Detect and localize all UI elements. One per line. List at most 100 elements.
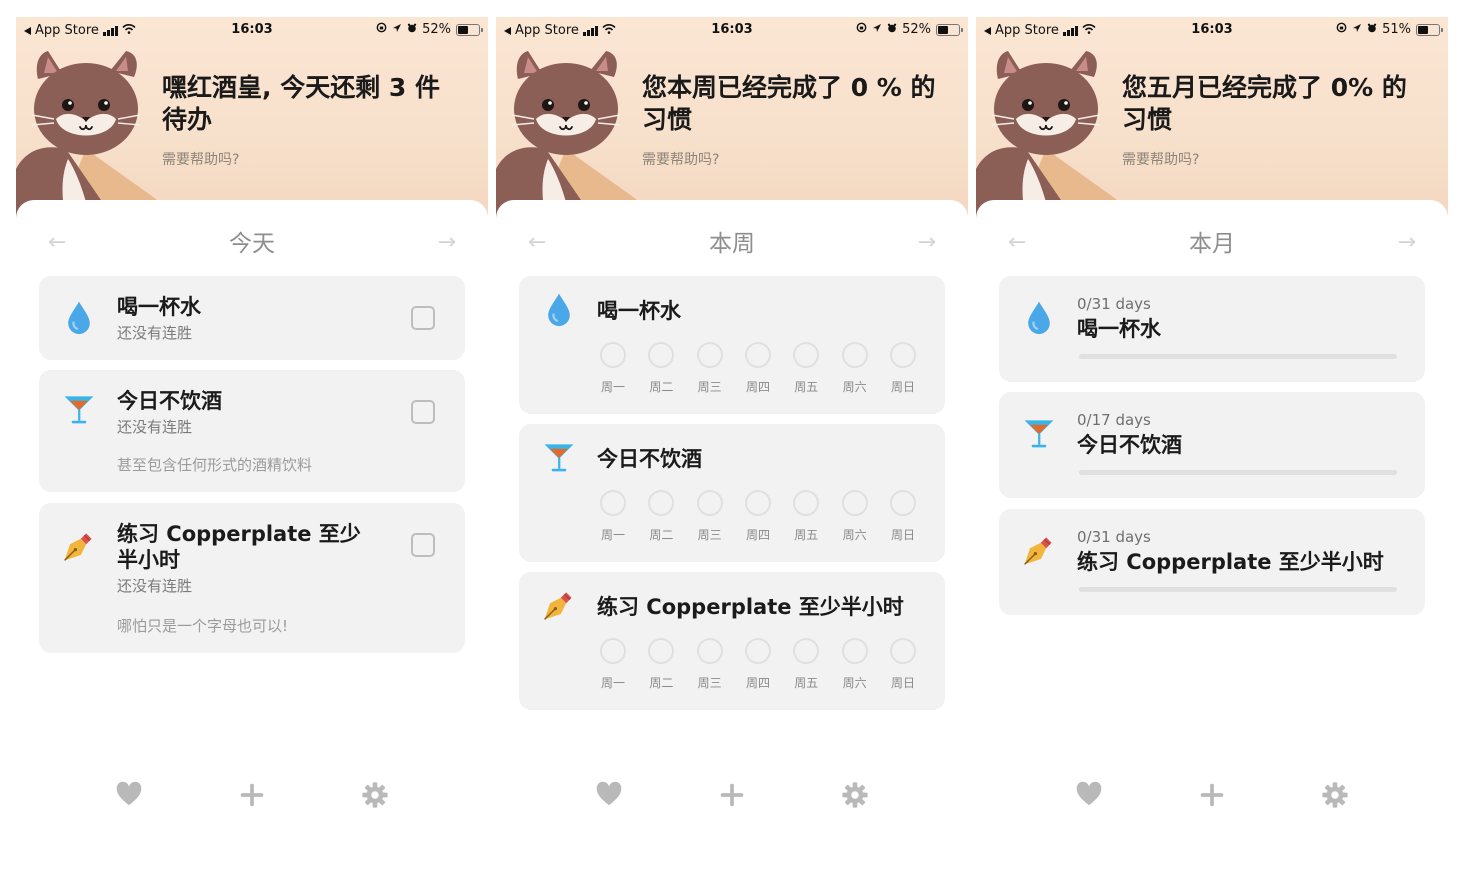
tab-add[interactable] — [717, 779, 747, 811]
weekday-wed[interactable]: 周三 — [694, 638, 726, 691]
day-circle[interactable] — [841, 638, 868, 664]
tab-settings[interactable] — [1320, 779, 1350, 811]
period-title: 本周 — [709, 231, 755, 257]
weekday-fri[interactable]: 周五 — [790, 638, 822, 691]
day-circle[interactable] — [889, 490, 916, 516]
day-circle[interactable] — [696, 490, 723, 516]
day-circle[interactable] — [889, 638, 916, 664]
plus-icon — [718, 781, 746, 809]
day-circle[interactable] — [600, 342, 626, 368]
day-circle[interactable] — [793, 490, 820, 516]
day-circle[interactable] — [889, 342, 916, 368]
day-circle[interactable] — [841, 490, 868, 516]
alarm-icon — [407, 22, 417, 37]
weekday-thu[interactable]: 周四 — [742, 638, 774, 691]
tab-settings[interactable] — [360, 779, 390, 811]
day-circle[interactable] — [744, 342, 771, 368]
weekday-sun[interactable]: 周日 — [887, 342, 919, 395]
status-bar: App Store 16:03 52% — [16, 17, 488, 43]
habit-note: 甚至包含任何形式的酒精饮料 — [117, 456, 313, 474]
weekday-sat[interactable]: 周六 — [839, 638, 871, 691]
day-circle[interactable] — [648, 342, 675, 368]
weekday-label: 周二 — [649, 528, 674, 542]
weekday-wed[interactable]: 周三 — [694, 490, 726, 543]
day-circle[interactable] — [744, 638, 771, 664]
weekday-wed[interactable]: 周三 — [694, 342, 726, 395]
habit-card-water[interactable]: 喝一杯水 周一 周二 周三 周四 周五 周六 周日 — [519, 276, 945, 414]
hero-header: App Store 16:03 51% 您五月已经完成了 0% 的习惯 需要帮助… — [976, 17, 1448, 222]
weekday-fri[interactable]: 周五 — [790, 342, 822, 395]
hero-header: App Store 16:03 52% 您本周已经完成了 0 % 的习惯 需要帮… — [496, 17, 968, 222]
day-circle[interactable] — [841, 342, 868, 368]
weekday-tue[interactable]: 周二 — [645, 490, 677, 543]
rotation-lock-icon — [376, 22, 387, 37]
weekday-thu[interactable]: 周四 — [742, 490, 774, 543]
rotation-lock-icon — [856, 22, 867, 37]
habit-title: 练习 Copperplate 至少半小时 — [597, 595, 904, 619]
weekday-sun[interactable]: 周日 — [887, 490, 919, 543]
help-link[interactable]: 需要帮助吗? — [1122, 149, 1199, 169]
habit-card-no-alcohol[interactable]: 今日不饮酒 还没有连胜 甚至包含任何形式的酒精饮料 — [39, 370, 465, 492]
fountain-pen-icon — [61, 527, 97, 565]
status-bar: App Store 16:03 52% — [496, 17, 968, 43]
next-period-arrow-icon[interactable]: → — [918, 230, 936, 255]
day-circle[interactable] — [600, 490, 626, 516]
water-drop-icon — [541, 290, 577, 328]
weekday-tracker: 周一 周二 周三 周四 周五 周六 周日 — [597, 490, 919, 543]
weekday-sat[interactable]: 周六 — [839, 342, 871, 395]
habit-checkbox[interactable] — [411, 533, 435, 557]
weekday-mon[interactable]: 周一 — [597, 638, 629, 691]
habit-card-copperplate[interactable]: 0/31 days 练习 Copperplate 至少半小时 — [999, 509, 1425, 615]
weekday-thu[interactable]: 周四 — [742, 342, 774, 395]
location-icon — [1352, 22, 1362, 37]
habit-title: 喝一杯水 — [1077, 317, 1161, 341]
location-icon — [872, 22, 882, 37]
day-circle[interactable] — [696, 638, 723, 664]
habit-card-no-alcohol[interactable]: 今日不饮酒 周一 周二 周三 周四 周五 周六 周日 — [519, 424, 945, 562]
weekday-fri[interactable]: 周五 — [790, 490, 822, 543]
help-link[interactable]: 需要帮助吗? — [162, 149, 239, 169]
habit-checkbox[interactable] — [411, 306, 435, 330]
days-progress-text: 0/17 days — [1077, 411, 1151, 429]
tab-favorites[interactable] — [594, 779, 624, 811]
weekday-tue[interactable]: 周二 — [645, 638, 677, 691]
weekday-tue[interactable]: 周二 — [645, 342, 677, 395]
battery-percent: 51% — [1382, 22, 1411, 37]
period-title: 今天 — [229, 231, 275, 257]
tab-favorites[interactable] — [1074, 779, 1104, 811]
weekday-sun[interactable]: 周日 — [887, 638, 919, 691]
tab-settings[interactable] — [840, 779, 870, 811]
next-period-arrow-icon[interactable]: → — [1398, 230, 1416, 255]
weekday-sat[interactable]: 周六 — [839, 490, 871, 543]
tab-favorites[interactable] — [114, 779, 144, 811]
habit-title: 今日不饮酒 — [1077, 433, 1182, 457]
weekday-label: 周日 — [890, 380, 915, 394]
fountain-pen-icon — [541, 586, 577, 624]
day-circle[interactable] — [696, 342, 723, 368]
help-link[interactable]: 需要帮助吗? — [642, 149, 719, 169]
day-circle[interactable] — [648, 490, 675, 516]
habit-checkbox[interactable] — [411, 400, 435, 424]
day-circle[interactable] — [793, 638, 820, 664]
cocktail-glass-icon — [61, 390, 97, 428]
habit-card-copperplate[interactable]: 练习 Copperplate 至少半小时 周一 周二 周三 周四 周五 周六 周… — [519, 572, 945, 710]
weekday-label: 周五 — [794, 676, 819, 690]
habit-progress-bar — [1079, 470, 1397, 475]
habit-progress-bar — [1079, 587, 1397, 592]
day-circle[interactable] — [744, 490, 771, 516]
habit-card-water[interactable]: 0/31 days 喝一杯水 — [999, 276, 1425, 382]
day-circle[interactable] — [600, 638, 626, 664]
habit-title: 练习 Copperplate 至少半小时 — [1077, 550, 1384, 574]
habit-card-no-alcohol[interactable]: 0/17 days 今日不饮酒 — [999, 392, 1425, 498]
habit-card-copperplate[interactable]: 练习 Copperplate 至少半小时 还没有连胜 哪怕只是一个字母也可以! — [39, 503, 465, 653]
day-circle[interactable] — [793, 342, 820, 368]
weekday-mon[interactable]: 周一 — [597, 342, 629, 395]
weekday-label: 周三 — [697, 380, 722, 394]
cat-mascot-illustration — [496, 49, 636, 222]
tab-add[interactable] — [237, 779, 267, 811]
weekday-mon[interactable]: 周一 — [597, 490, 629, 543]
day-circle[interactable] — [648, 638, 675, 664]
next-period-arrow-icon[interactable]: → — [438, 230, 456, 255]
habit-card-water[interactable]: 喝一杯水 还没有连胜 — [39, 276, 465, 360]
tab-add[interactable] — [1197, 779, 1227, 811]
